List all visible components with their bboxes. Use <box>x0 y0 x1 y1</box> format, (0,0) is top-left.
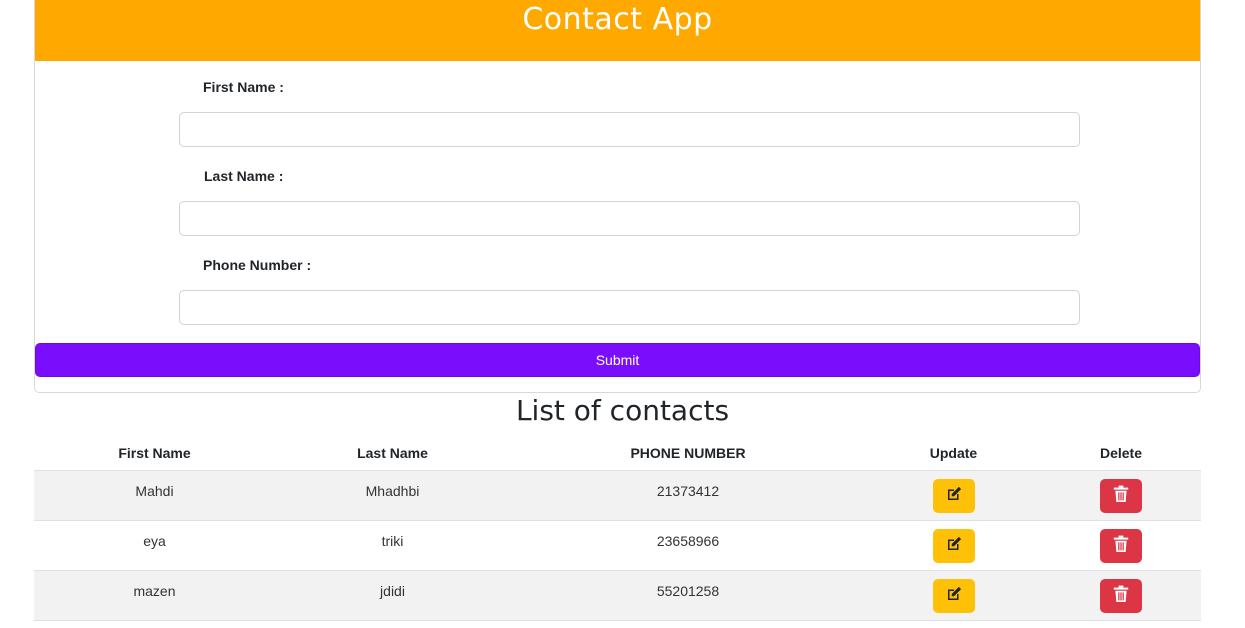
contact-last-name: triki <box>275 520 510 571</box>
edit-icon <box>945 535 963 556</box>
contact-last-name: Mhadhbi <box>275 470 510 521</box>
trash-icon <box>1113 585 1129 606</box>
contact-first-name: eya <box>34 520 275 571</box>
app-title: Contact App <box>522 2 713 37</box>
column-header-delete: Delete <box>1041 437 1201 471</box>
update-button[interactable] <box>932 478 975 513</box>
first-name-input[interactable] <box>179 112 1080 147</box>
column-header-update: Update <box>866 437 1041 471</box>
delete-button[interactable] <box>1100 478 1142 513</box>
edit-icon <box>945 485 963 506</box>
update-button[interactable] <box>932 528 975 563</box>
contacts-table: First Name Last Name PHONE NUMBER Update… <box>34 437 1201 621</box>
submit-button[interactable]: Submit <box>35 343 1200 377</box>
edit-icon <box>945 585 963 606</box>
first-name-label: First Name : <box>203 79 284 95</box>
table-row: eya triki 23658966 <box>34 520 1201 571</box>
column-header-first-name: First Name <box>34 437 275 471</box>
column-header-last-name: Last Name <box>275 437 510 471</box>
app-header: Contact App <box>35 0 1200 61</box>
contact-form-card: Contact App First Name : Last Name : Pho… <box>34 0 1201 393</box>
trash-icon <box>1113 485 1129 506</box>
contact-first-name: Mahdi <box>34 470 275 521</box>
column-header-phone-number: PHONE NUMBER <box>510 437 866 471</box>
update-button[interactable] <box>932 578 975 613</box>
contact-first-name: mazen <box>34 570 275 621</box>
table-row: Mahdi Mhadhbi 21373412 <box>34 470 1201 521</box>
phone-number-input[interactable] <box>179 290 1080 325</box>
contact-phone: 55201258 <box>510 570 866 621</box>
table-header-row: First Name Last Name PHONE NUMBER Update… <box>34 437 1201 471</box>
contact-last-name: jdidi <box>275 570 510 621</box>
contacts-list-title: List of contacts <box>515 394 730 427</box>
last-name-input[interactable] <box>179 201 1080 236</box>
delete-button[interactable] <box>1100 528 1142 563</box>
contact-phone: 23658966 <box>510 520 866 571</box>
table-row: mazen jdidi 55201258 <box>34 570 1201 621</box>
phone-number-label: Phone Number : <box>203 257 312 273</box>
trash-icon <box>1113 535 1129 556</box>
delete-button[interactable] <box>1100 578 1142 613</box>
contact-phone: 21373412 <box>510 470 866 521</box>
last-name-label: Last Name : <box>204 168 284 184</box>
